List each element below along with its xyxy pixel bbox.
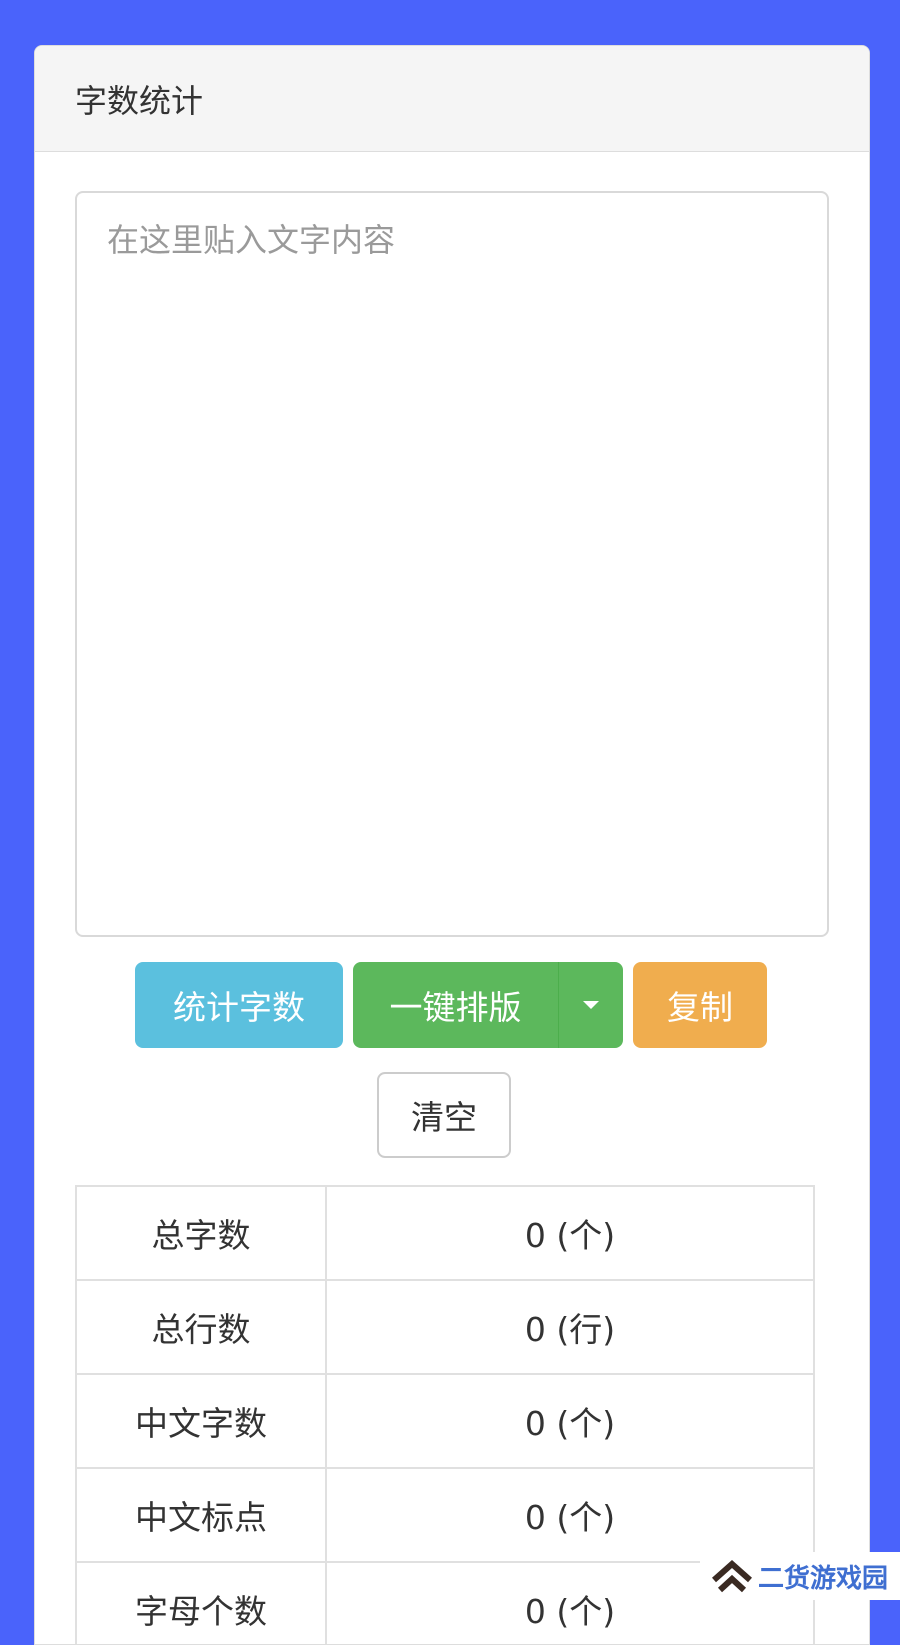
stat-label: 总字数 bbox=[75, 1185, 327, 1281]
table-row: 总字数 0 (个) bbox=[75, 1185, 815, 1281]
caret-down-icon bbox=[583, 1001, 599, 1009]
text-input[interactable] bbox=[75, 191, 829, 937]
stat-label: 中文标点 bbox=[75, 1467, 327, 1563]
format-dropdown-toggle[interactable] bbox=[559, 962, 623, 1048]
table-row: 总行数 0 (行) bbox=[75, 1279, 815, 1375]
stat-value: 0 (行) bbox=[325, 1279, 815, 1375]
panel-title: 字数统计 bbox=[35, 46, 869, 152]
stat-value: 0 (个) bbox=[325, 1467, 815, 1563]
stat-label: 中文字数 bbox=[75, 1373, 327, 1469]
table-row: 中文标点 0 (个) bbox=[75, 1467, 815, 1563]
watermark-logo: 二货游戏园 bbox=[700, 1552, 900, 1600]
stat-label: 字母个数 bbox=[75, 1561, 327, 1644]
count-words-button[interactable]: 统计字数 bbox=[135, 962, 343, 1048]
watermark-text: 二货游戏园 bbox=[758, 1563, 889, 1594]
clear-button[interactable]: 清空 bbox=[377, 1072, 511, 1158]
word-count-panel: 字数统计 统计字数 一键排版 复制 清空 总字数 0 (个) 总行数 0 (行)… bbox=[34, 45, 870, 1645]
copy-button[interactable]: 复制 bbox=[633, 962, 767, 1048]
format-button[interactable]: 一键排版 bbox=[353, 962, 559, 1048]
format-button-group: 一键排版 bbox=[353, 962, 623, 1048]
stat-value: 0 (个) bbox=[325, 1373, 815, 1469]
double-chevron-up-icon bbox=[712, 1559, 752, 1593]
stat-label: 总行数 bbox=[75, 1279, 327, 1375]
stat-value: 0 (个) bbox=[325, 1185, 815, 1281]
table-row: 中文字数 0 (个) bbox=[75, 1373, 815, 1469]
